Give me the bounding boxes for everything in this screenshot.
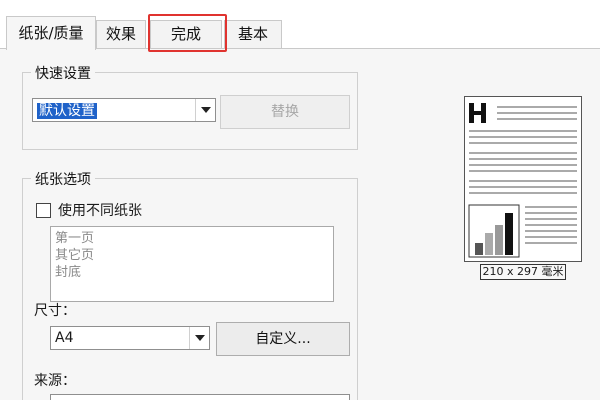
list-item[interactable]: 其它页	[51, 247, 333, 264]
paper-size-value: A4	[55, 330, 74, 346]
page-preview-graphic	[468, 103, 577, 258]
tab-highlight-box	[148, 14, 227, 52]
chevron-down-icon[interactable]	[195, 99, 215, 121]
quick-settings-select[interactable]: 默认设置	[32, 98, 216, 122]
bar-chart-icon	[468, 204, 520, 258]
list-item[interactable]: 第一页	[51, 230, 333, 247]
size-label: 尺寸：	[34, 303, 76, 319]
replace-button[interactable]: 替换	[220, 95, 350, 129]
paper-source-select[interactable]	[50, 394, 350, 400]
page-preview	[464, 96, 582, 262]
quick-settings-value: 默认设置	[33, 100, 195, 120]
custom-size-button[interactable]: 自定义...	[216, 322, 350, 356]
tab-basic[interactable]: 基本	[224, 20, 282, 48]
paper-size-readout: 210 x 297 毫米	[480, 264, 566, 280]
list-item[interactable]: 封底	[51, 264, 333, 281]
source-label: 来源：	[34, 373, 76, 389]
tab-effects[interactable]: 效果	[96, 20, 146, 48]
page-list[interactable]: 第一页 其它页 封底	[50, 226, 334, 302]
quick-settings-selected-text: 默认设置	[37, 103, 97, 119]
paper-options-title: 纸张选项	[31, 169, 95, 189]
tab-strip: 纸张/质量 效果 完成 基本	[0, 0, 600, 52]
tab-paper-quality[interactable]: 纸张/质量	[6, 16, 96, 50]
different-paper-checkbox[interactable]	[36, 203, 51, 218]
quick-settings-title: 快速设置	[31, 63, 95, 83]
heading-glyph-icon	[469, 103, 486, 123]
chevron-down-icon[interactable]	[189, 327, 209, 349]
paper-size-select[interactable]: A4	[50, 326, 210, 350]
different-paper-label: 使用不同纸张	[58, 203, 142, 219]
